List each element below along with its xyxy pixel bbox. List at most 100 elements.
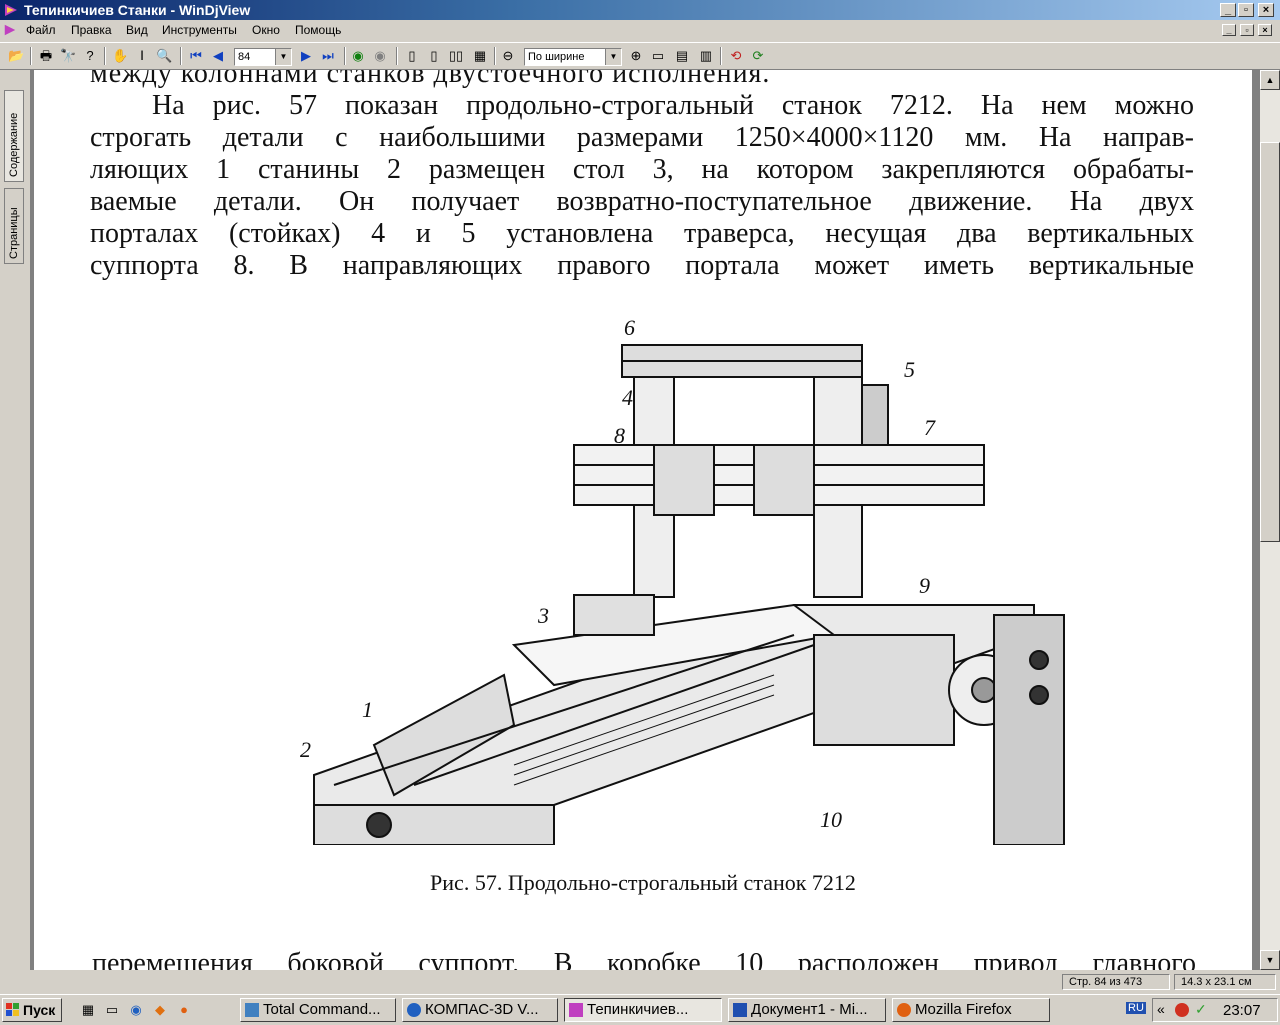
page-number-field[interactable]: 84 ▼ — [234, 48, 292, 66]
figure-label: 10 — [820, 807, 842, 832]
status-page-size: 14.3 x 23.1 см — [1174, 974, 1276, 990]
figure-label: 1 — [362, 697, 373, 722]
text-line: ляющих 1 станины 2 размещен стол 3, на к… — [90, 154, 1194, 185]
figure-label: 7 — [924, 415, 936, 440]
text-line: суппорта 8. В направляющих правого порта… — [90, 250, 1194, 281]
language-indicator[interactable]: RU — [1126, 1002, 1146, 1014]
quicklaunch-icon[interactable]: ▭ — [104, 1002, 120, 1018]
menu-view[interactable]: Вид — [126, 23, 148, 37]
continuous-facing-icon[interactable]: ▦ — [472, 48, 488, 64]
clock: 23:07 — [1223, 1002, 1261, 1019]
first-page-icon[interactable]: ⏮ — [188, 48, 204, 64]
figure-label: 4 — [622, 385, 633, 410]
continuous-icon[interactable]: ▯ — [426, 48, 442, 64]
fit-width-icon[interactable]: ▥ — [698, 48, 714, 64]
quicklaunch-icon[interactable]: ◆ — [152, 1002, 168, 1018]
minimize-button[interactable]: _ — [1220, 3, 1236, 17]
sidebar-tabs: Содержание Страницы — [0, 70, 28, 970]
chevron-down-icon[interactable]: ▼ — [605, 49, 621, 65]
text-line: перемещения боковой суппорт. В коробке 1… — [92, 948, 1196, 970]
zoom-select[interactable]: По ширине ▼ — [524, 48, 622, 66]
toolbar-separator — [396, 47, 398, 65]
last-page-icon[interactable]: ⏭ — [320, 48, 336, 64]
text-line: строгать детали с наибольшими размерами … — [90, 122, 1194, 153]
task-firefox[interactable]: Mozilla Firefox — [892, 998, 1050, 1022]
tab-contents-label: Содержание — [8, 112, 20, 177]
text-line: между колоннами станков двустоечного исп… — [90, 70, 771, 89]
menu-window[interactable]: Окно — [252, 23, 280, 37]
menu-bar: Файл Правка Вид Инструменты Окно Помощь … — [0, 20, 1280, 40]
facing-pages-icon[interactable]: ▯▯ — [448, 48, 464, 64]
single-page-icon[interactable]: ▯ — [404, 48, 420, 64]
doc-close-button[interactable]: × — [1258, 24, 1272, 36]
toolbar-separator — [180, 47, 182, 65]
tab-pages[interactable]: Страницы — [4, 188, 24, 264]
menu-help[interactable]: Помощь — [295, 23, 341, 37]
page-number-value: 84 — [238, 51, 251, 63]
windjview-app-icon — [5, 4, 17, 16]
select-tool-icon[interactable]: Ⅰ — [134, 48, 150, 64]
close-button[interactable]: × — [1258, 3, 1274, 17]
actual-size-icon[interactable]: ▤ — [674, 48, 690, 64]
vertical-scrollbar[interactable]: ▲ ▼ — [1260, 70, 1280, 970]
doc-minimize-button[interactable]: _ — [1222, 24, 1236, 36]
task-kompas[interactable]: КОМПАС-3D V... — [402, 998, 558, 1022]
find-icon[interactable]: 🔭 — [60, 48, 76, 64]
fit-page-icon[interactable]: ▭ — [650, 48, 666, 64]
hand-tool-icon[interactable]: ✋ — [112, 48, 128, 64]
rotate-right-icon[interactable]: ⟳ — [750, 48, 766, 64]
scroll-up-button[interactable]: ▲ — [1260, 70, 1280, 90]
taskbar: Пуск ▦ ▭ ◉ ◆ ● Total Command... КОМПАС-3… — [0, 994, 1280, 1025]
maximize-button[interactable]: ▫ — [1238, 3, 1254, 17]
document-icon[interactable] — [3, 23, 17, 37]
menu-file[interactable]: Файл — [26, 23, 56, 37]
title-bar: Тепинкичиев Станки - WinDjView _ ▫ × — [0, 0, 1280, 20]
menu-edit[interactable]: Правка — [71, 23, 112, 37]
system-tray: « ✓ 23:07 — [1152, 998, 1278, 1022]
figure-label: 5 — [904, 357, 915, 382]
figure-label: 9 — [919, 573, 930, 598]
help-icon[interactable]: ? — [82, 48, 98, 64]
forward-icon[interactable]: ◉ — [372, 48, 388, 64]
task-windjview[interactable]: Тепинкичиев... — [564, 998, 722, 1022]
text-line: На рис. 57 показан продольно-строгальный… — [152, 90, 1194, 121]
doc-restore-button[interactable]: ▫ — [1240, 24, 1254, 36]
chevron-down-icon[interactable]: ▼ — [275, 49, 291, 65]
toolbar: 📂 🖶 🔭 ? ✋ Ⅰ 🔍 ⏮ ◀ 84 ▼ ▶ ⏭ ◉ ◉ ▯ ▯ ▯▯ ▦ ⊖… — [0, 42, 1280, 70]
toolbar-separator — [104, 47, 106, 65]
firefox-icon[interactable]: ● — [176, 1002, 192, 1018]
windows-logo-icon — [6, 1003, 19, 1016]
back-icon[interactable]: ◉ — [350, 48, 366, 64]
menu-tools[interactable]: Инструменты — [162, 23, 237, 37]
open-icon[interactable]: 📂 — [8, 48, 24, 64]
quicklaunch-icon[interactable]: ◉ — [128, 1002, 144, 1018]
window-title: Тепинкичиев Станки - WinDjView — [24, 2, 251, 18]
zoom-tool-icon[interactable]: 🔍 — [156, 48, 172, 64]
tray-app-icon[interactable] — [1175, 1003, 1189, 1017]
task-total-commander[interactable]: Total Command... — [240, 998, 396, 1022]
tray-network-icon[interactable]: ✓ — [1195, 1001, 1207, 1018]
prev-page-icon[interactable]: ◀ — [210, 48, 226, 64]
tab-contents[interactable]: Содержание — [4, 90, 24, 182]
task-label: КОМПАС-3D V... — [425, 1001, 539, 1018]
figure-label: 6 — [624, 315, 635, 340]
print-icon[interactable]: 🖶 — [38, 48, 54, 64]
scroll-down-button[interactable]: ▼ — [1260, 950, 1280, 970]
rotate-left-icon[interactable]: ⟲ — [728, 48, 744, 64]
total-commander-icon — [245, 1003, 259, 1017]
task-label: Тепинкичиев... — [587, 1001, 689, 1018]
zoom-value: По ширине — [528, 51, 585, 63]
tray-expand-icon[interactable]: « — [1157, 1001, 1165, 1017]
zoom-out-icon[interactable]: ⊖ — [500, 48, 516, 64]
show-desktop-icon[interactable]: ▦ — [80, 1002, 96, 1018]
task-word[interactable]: Документ1 - Mi... — [728, 998, 886, 1022]
windjview-icon — [569, 1003, 583, 1017]
scroll-thumb[interactable] — [1260, 142, 1280, 542]
document-view[interactable]: между колоннами станков двустоечного исп… — [30, 70, 1260, 970]
next-page-icon[interactable]: ▶ — [298, 48, 314, 64]
zoom-in-icon[interactable]: ⊕ — [628, 48, 644, 64]
machine-drawing — [313, 344, 1065, 845]
firefox-icon — [897, 1003, 911, 1017]
start-label: Пуск — [23, 1002, 56, 1018]
start-button[interactable]: Пуск — [2, 998, 62, 1022]
